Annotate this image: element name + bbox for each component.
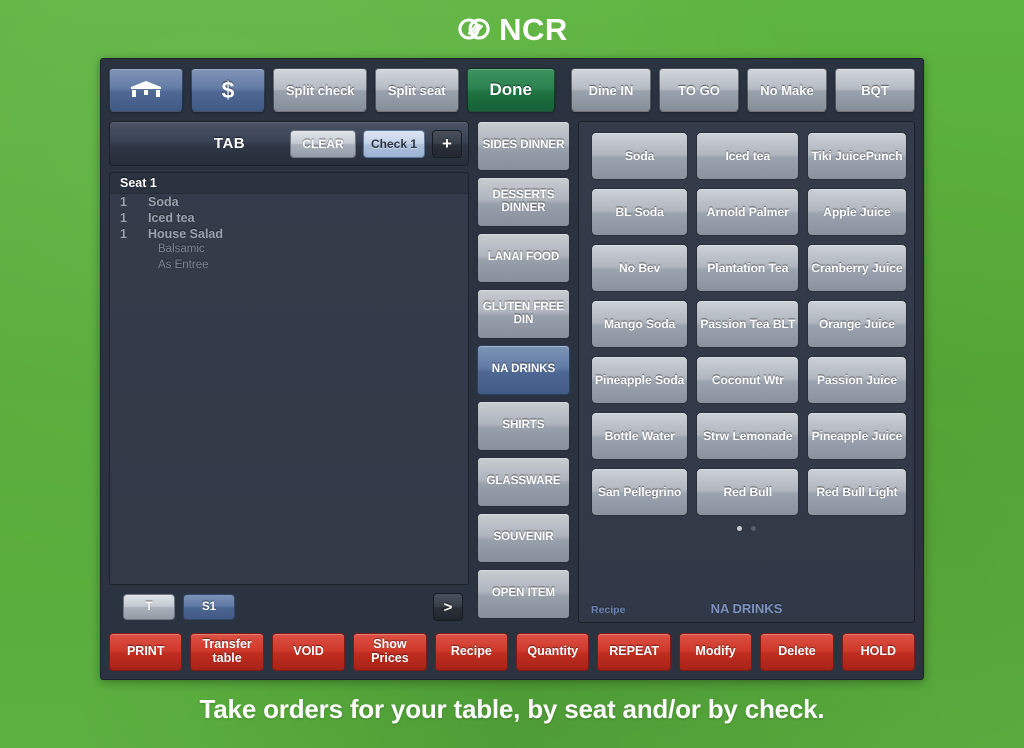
show-prices-button[interactable]: Show Prices (353, 633, 427, 671)
quantity-button[interactable]: Quantity (516, 633, 590, 671)
order-panel: TAB CLEAR Check 1 + Seat 1 1 Soda 1 Iced… (109, 121, 469, 623)
page-title: TAB (213, 135, 246, 152)
done-button[interactable]: Done (466, 68, 555, 112)
item-name: Iced tea (148, 211, 195, 225)
ncr-logo-icon (458, 18, 490, 40)
check-selector-button[interactable]: Check 1 (363, 129, 425, 158)
product-button[interactable]: Cranberry Juice (807, 244, 907, 292)
product-button[interactable]: Pineapple Soda (591, 356, 689, 404)
category-sides-dinner[interactable]: SIDES DINNER (477, 121, 570, 171)
brand-header: NCR (0, 0, 1024, 58)
order-panel-header: TAB CLEAR Check 1 + (109, 121, 469, 166)
product-button[interactable]: Pineapple Juice (807, 412, 907, 460)
order-line-item[interactable]: 1 Soda (110, 194, 468, 210)
svg-text:$: $ (222, 77, 235, 103)
product-button[interactable]: Bottle Water (591, 412, 689, 460)
category-open-item[interactable]: OPEN ITEM (477, 569, 570, 619)
category-sidebar[interactable]: SIDES DINNER DESSERTS DINNER LANAI FOOD … (477, 121, 570, 623)
product-button[interactable]: San Pellegrino (591, 468, 689, 516)
bqt-button[interactable]: BQT (835, 68, 915, 112)
product-button[interactable]: Coconut Wtr (696, 356, 800, 404)
product-button[interactable]: Red Bull Light (807, 468, 907, 516)
dollar-sign-icon: $ (222, 77, 235, 103)
split-seat-button[interactable]: Split seat (374, 68, 459, 112)
seat-selector-bar: T S1 > (109, 591, 469, 623)
category-lanai-food[interactable]: LANAI FOOD (477, 233, 570, 283)
table-button[interactable] (109, 68, 184, 112)
product-button[interactable]: Red Bull (696, 468, 800, 516)
no-make-button[interactable]: No Make (747, 68, 827, 112)
modify-button[interactable]: Modify (678, 633, 753, 671)
product-button[interactable]: Orange Juice (807, 300, 907, 348)
product-button[interactable]: Tiki JuicePunch (807, 132, 907, 180)
product-grid: Soda Iced tea Tiki JuicePunch BL Soda Ar… (591, 132, 907, 516)
pagination-dots[interactable] (591, 516, 902, 531)
product-button[interactable]: Apple Juice (807, 188, 907, 236)
item-modifier: As Entree (158, 258, 209, 271)
dine-in-button[interactable]: Dine IN (571, 68, 651, 112)
category-desserts-dinner[interactable]: DESSERTS DINNER (477, 177, 570, 227)
product-button[interactable]: Plantation Tea (696, 244, 800, 292)
repeat-button[interactable]: REPEAT (597, 633, 671, 671)
category-glassware[interactable]: GLASSWARE (477, 457, 570, 507)
category-souvenir[interactable]: SOUVENIR (477, 513, 570, 563)
delete-button[interactable]: Delete (760, 633, 834, 671)
pos-app-window: $ Split check Split seat Done Dine IN TO… (100, 58, 924, 680)
add-check-button[interactable]: + (432, 129, 462, 158)
product-button[interactable]: Passion Juice (807, 356, 907, 404)
void-button[interactable]: VOID (271, 633, 346, 671)
grid-footer: Recipe NA DRINKS (591, 531, 902, 622)
order-item-list[interactable]: Seat 1 1 Soda 1 Iced tea 1 House Salad B… (109, 172, 469, 585)
print-button[interactable]: PRINT (109, 633, 183, 671)
brand-name: NCR (499, 11, 568, 47)
hold-button[interactable]: HOLD (841, 633, 916, 671)
product-button[interactable]: Soda (591, 132, 689, 180)
item-modifier: Balsamic (158, 243, 205, 255)
product-button[interactable]: Passion Tea BLT (696, 300, 800, 348)
product-button[interactable]: Strw Lemonade (696, 412, 800, 460)
item-quantity: 1 (120, 211, 127, 225)
category-shirts[interactable]: SHIRTS (477, 401, 570, 451)
next-page-button[interactable]: > (433, 593, 463, 621)
transfer-table-button[interactable]: Transfer table (190, 633, 264, 671)
product-button[interactable]: Iced tea (696, 132, 800, 180)
order-line-item[interactable]: 1 House Salad (110, 226, 468, 242)
product-grid-panel: Soda Iced tea Tiki JuicePunch BL Soda Ar… (578, 121, 915, 623)
seat-button-t[interactable]: T (123, 594, 175, 620)
main-content: TAB CLEAR Check 1 + Seat 1 1 Soda 1 Iced… (101, 121, 923, 631)
payment-button[interactable]: $ (191, 68, 266, 112)
top-toolbar: $ Split check Split seat Done Dine IN TO… (101, 59, 923, 121)
item-name: Soda (148, 195, 179, 209)
to-go-button[interactable]: TO GO (659, 68, 739, 112)
product-button[interactable]: No Bev (591, 244, 689, 292)
recipe-button[interactable]: Recipe (434, 633, 509, 671)
item-name: House Salad (148, 227, 224, 241)
product-button[interactable]: BL Soda (591, 188, 689, 236)
item-quantity: 1 (120, 227, 127, 241)
category-gluten-free-din[interactable]: GLUTEN FREE DIN (477, 289, 570, 339)
product-button[interactable]: Mango Soda (591, 300, 689, 348)
footer-category-label: NA DRINKS (710, 601, 783, 616)
seat-button-s1[interactable]: S1 (183, 594, 235, 620)
category-na-drinks[interactable]: NA DRINKS (477, 345, 570, 395)
caption-text: Take orders for your table, by seat and/… (199, 694, 825, 724)
table-icon (131, 81, 162, 97)
action-button-bar: PRINT Transfer table VOID Show Prices Re… (101, 631, 923, 679)
order-line-item[interactable]: 1 Iced tea (110, 210, 468, 226)
item-quantity: 1 (120, 195, 127, 209)
split-check-button[interactable]: Split check (273, 68, 367, 112)
clear-button[interactable]: CLEAR (290, 129, 356, 158)
product-button[interactable]: Arnold Palmer (696, 188, 800, 236)
seat-header: Seat 1 (110, 173, 468, 194)
